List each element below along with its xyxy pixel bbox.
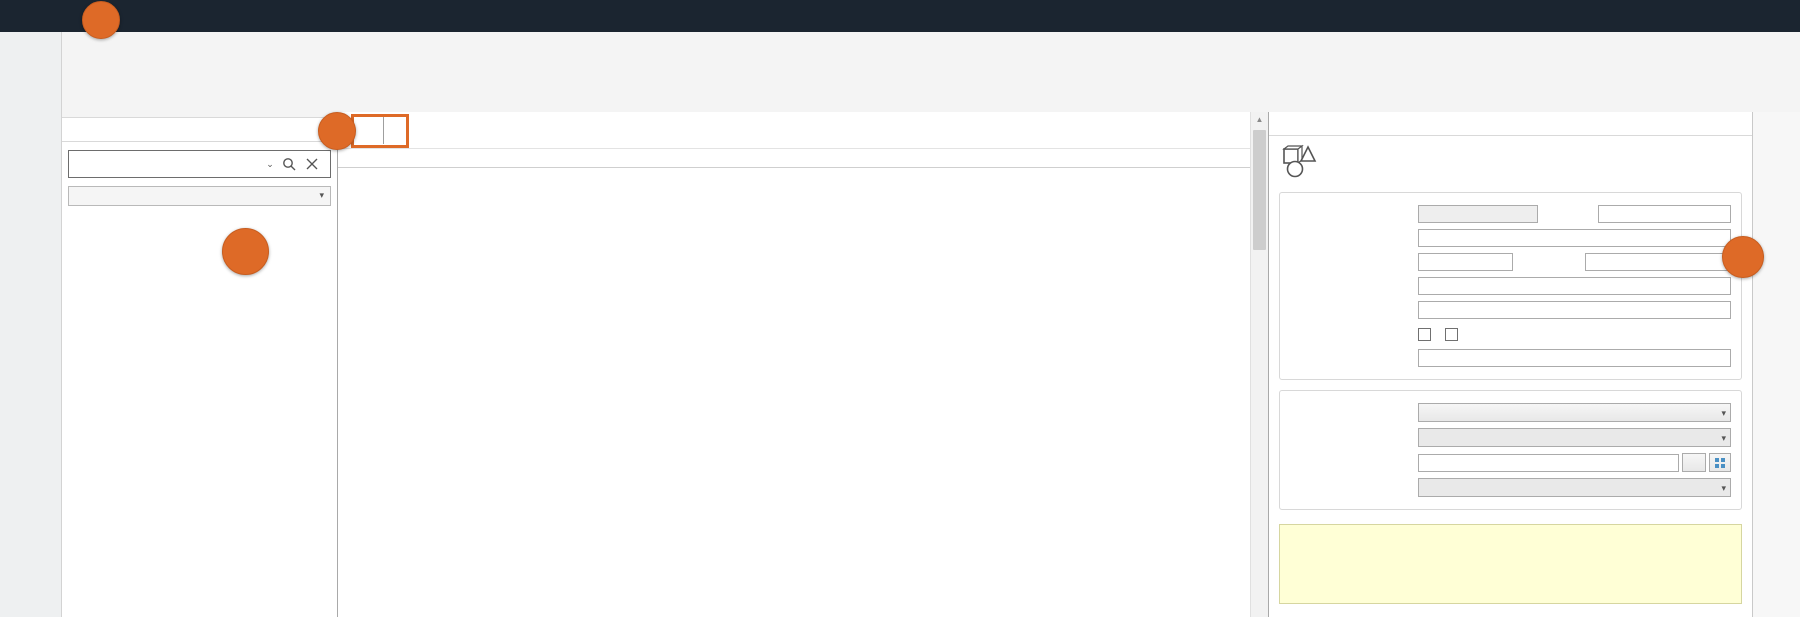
items-list-pane [338,112,1268,617]
annotation-badge-1 [82,1,120,39]
add-filter-dropdown[interactable]: ▾ [68,186,331,206]
chevron-down-icon: ▾ [1721,433,1726,444]
properties-panel: ▾ ▾ [1268,112,1752,617]
price-date-field[interactable] [1585,253,1731,271]
default-product-select[interactable]: ▾ [1418,478,1731,497]
connections-groupbox: ▾ ▾ [1279,390,1742,510]
document-tab-strip [338,112,1268,148]
clear-search-icon[interactable] [306,158,330,170]
menu-bar [0,0,1800,32]
search-input[interactable] [69,151,258,177]
item-icon [1281,144,1319,178]
tender-group-link-icon[interactable] [1709,453,1731,472]
annotation-badge-2-right [1722,236,1764,278]
general-groupbox [1279,192,1742,380]
name-field[interactable] [1418,229,1731,247]
budget-price-field[interactable] [1418,253,1513,271]
table-body [338,168,1268,617]
items-tab[interactable] [352,116,384,144]
ase-checkbox[interactable] [1445,328,1458,341]
budget-select[interactable]: ▾ [1418,428,1731,447]
search-icon[interactable] [282,157,306,171]
table-header-row [338,148,1268,168]
item-number-field [1418,205,1538,223]
note-textarea[interactable] [1279,524,1742,604]
ribbon [62,32,1800,118]
chevron-down-icon: ▾ [1721,483,1726,494]
navigation-pane: ⌄ ▾ [62,118,338,617]
search-history-chevron-icon[interactable]: ⌄ [258,159,282,170]
module-sidebar [0,32,62,617]
chevron-down-icon: ▾ [319,190,324,201]
scroll-up-icon[interactable]: ▲ [1251,112,1268,128]
drofus-app-window: ⌄ ▾ ▲ [0,0,1800,617]
annotation-badge-2 [318,112,356,150]
reference-field[interactable] [1418,301,1731,319]
scrollbar-thumb[interactable] [1253,130,1266,250]
to-be-modeled-checkbox[interactable] [1418,328,1431,341]
chevron-down-icon: ▾ [1721,408,1726,419]
annotation-badge-3 [222,228,269,275]
navigation-pane-title [62,118,337,142]
properties-side-tabs [1752,112,1800,617]
responsibility-select[interactable]: ▾ [1418,403,1731,422]
annotation-highlight-rect [351,114,409,148]
tender-group-browse-button[interactable] [1682,453,1706,472]
price-comment-field[interactable] [1418,277,1731,295]
items-table-scrollbar[interactable]: ▲ [1250,112,1268,617]
bim-id-field[interactable] [1598,205,1731,223]
name-bim-id-field[interactable] [1418,349,1731,367]
tender-group-field[interactable] [1418,454,1679,472]
